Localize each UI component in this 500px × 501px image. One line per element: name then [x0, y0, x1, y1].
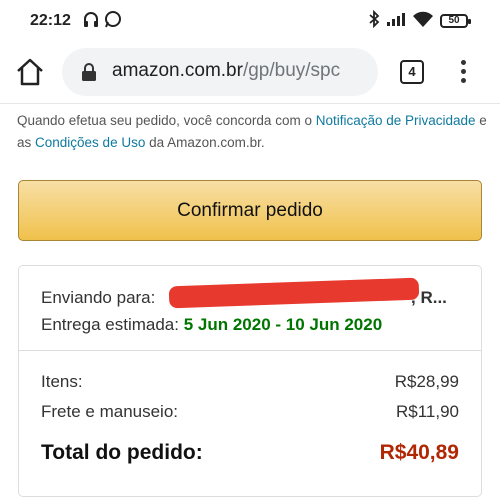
- url-text: amazon.com.br/gp/buy/spc: [112, 60, 340, 82]
- order-agreement-text: Quando efetua seu pedido, você concorda …: [17, 110, 487, 154]
- url-path: /gp/buy/spc: [242, 60, 341, 81]
- card-divider: [19, 350, 481, 351]
- cellular-signal-icon: [387, 13, 405, 26]
- shipping-value: R$11,90: [395, 402, 459, 421]
- overflow-menu-icon[interactable]: [456, 58, 470, 86]
- agreement-suffix: da Amazon.com.br.: [145, 135, 265, 150]
- battery-indicator: 50: [440, 14, 471, 28]
- estimated-delivery: Entrega estimada: 5 Jun 2020 - 10 Jun 20…: [41, 315, 382, 335]
- home-icon[interactable]: [14, 56, 46, 88]
- delivery-dates: 5 Jun 2020 - 10 Jun 2020: [183, 315, 383, 334]
- shipping-row: Frete e manuseio: R$11,90: [41, 402, 459, 422]
- bluetooth-icon: [369, 10, 380, 28]
- order-summary-card: Enviando para: , R... Entrega estimada: …: [18, 265, 482, 497]
- privacy-notice-link[interactable]: Notificação de Privacidade: [316, 113, 476, 128]
- status-time: 22:12: [30, 12, 71, 29]
- order-total-label: Total do pedido:: [41, 441, 203, 464]
- address-bar[interactable]: amazon.com.br/gp/buy/spc: [62, 48, 378, 96]
- whatsapp-icon: [105, 11, 121, 28]
- items-value: R$28,99: [394, 372, 459, 391]
- terms-of-use-link[interactable]: Condições de Uso: [35, 135, 145, 150]
- status-bar: 22:12 50: [0, 0, 500, 40]
- shipping-address-tail: , R...: [411, 288, 447, 307]
- shipping-label: Frete e manuseio:: [41, 402, 179, 421]
- lock-icon: [82, 63, 96, 81]
- order-total-value: R$40,89: [379, 441, 459, 464]
- wifi-icon: [413, 11, 433, 27]
- tab-switcher-button[interactable]: 4: [400, 60, 424, 84]
- agreement-prefix: Quando efetua seu pedido, você concorda …: [17, 113, 316, 128]
- delivery-label: Entrega estimada:: [41, 315, 184, 334]
- headphones-icon: [84, 12, 98, 27]
- url-host: amazon.com.br: [112, 60, 243, 81]
- items-label: Itens:: [41, 372, 83, 391]
- shipping-to-label: Enviando para:: [41, 288, 156, 307]
- order-total-row: Total do pedido: R$40,89: [41, 441, 459, 465]
- confirm-order-button[interactable]: Confirmar pedido: [18, 180, 482, 241]
- items-row: Itens: R$28,99: [41, 372, 459, 392]
- browser-toolbar: amazon.com.br/gp/buy/spc 4: [0, 40, 500, 104]
- redacted-address: [168, 277, 420, 309]
- shipping-info: Enviando para: , R... Entrega estimada: …: [19, 266, 481, 350]
